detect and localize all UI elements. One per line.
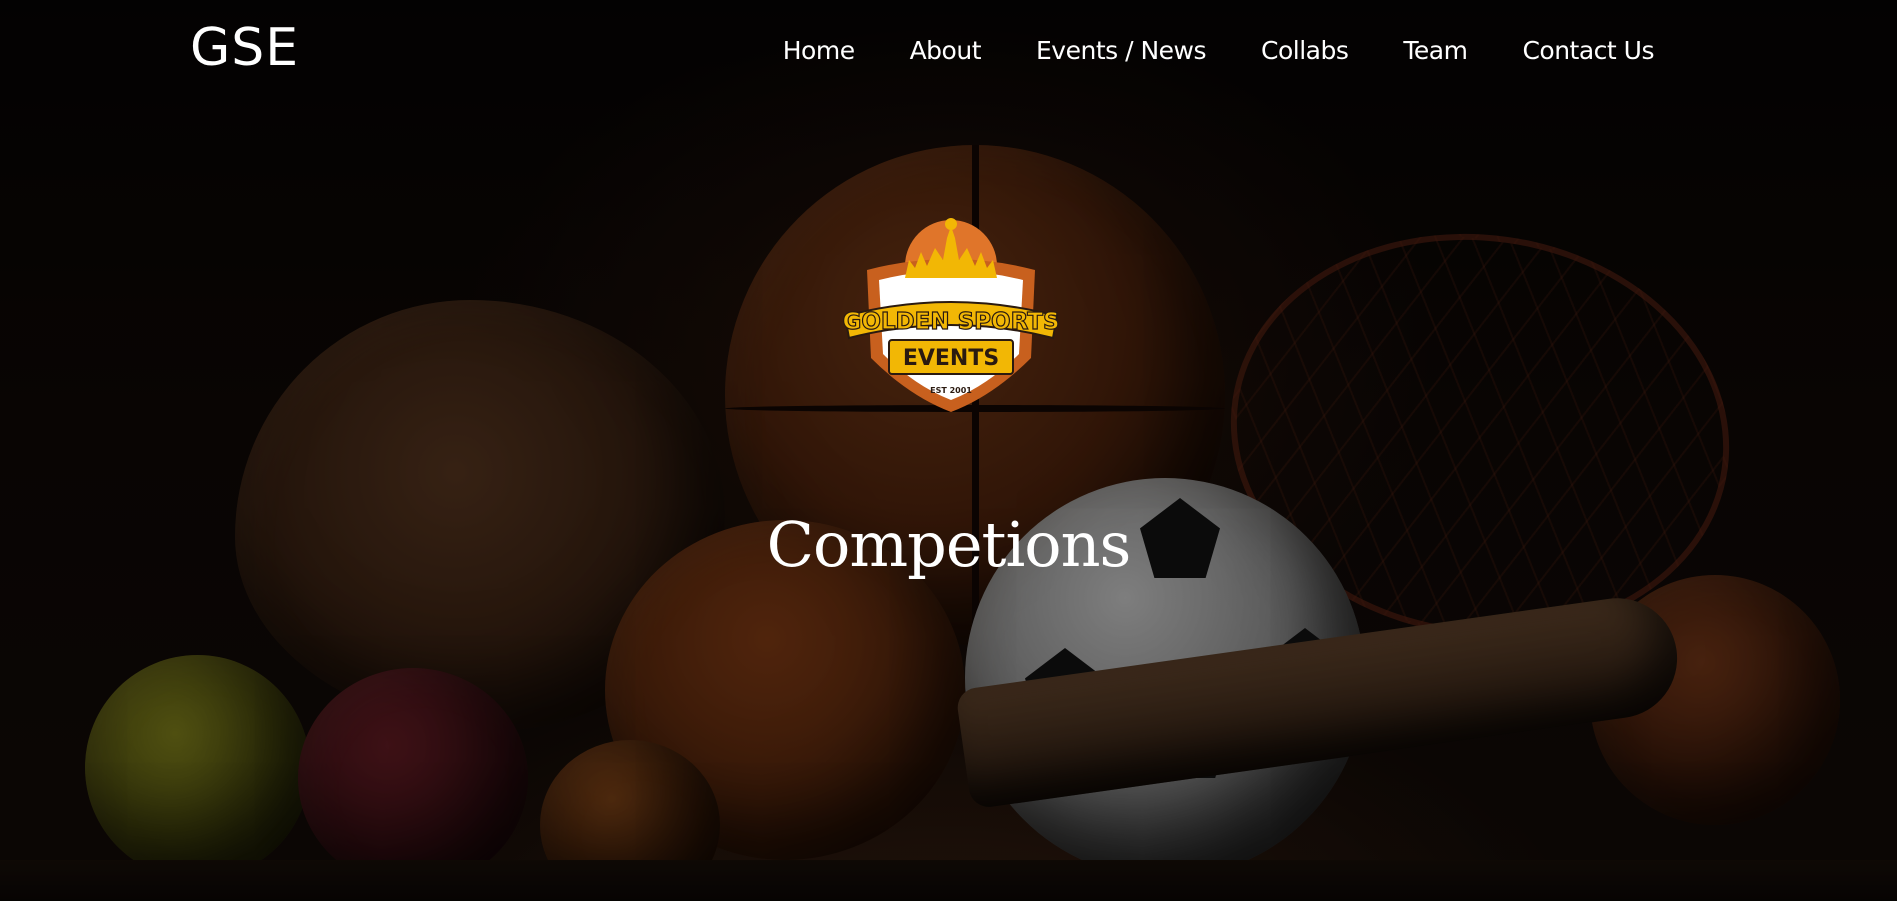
nav-item: Team <box>1403 36 1468 65</box>
nav-link-team[interactable]: Team <box>1403 36 1468 65</box>
hero-section: GSE Home About Events / News Collabs Tea… <box>0 0 1897 901</box>
logo-line2: EVENTS <box>903 346 999 371</box>
shield-badge-icon: GOLDEN SPORTS EVENTS EST 2001 <box>842 218 1060 412</box>
brand-logo-text[interactable]: GSE <box>190 18 299 78</box>
nav-link-home[interactable]: Home <box>783 36 855 65</box>
logo-line1: GOLDEN SPORTS <box>843 309 1059 335</box>
nav-links: Home About Events / News Collabs Team Co… <box>728 36 1655 65</box>
nav-item: Collabs <box>1261 36 1349 65</box>
dark-overlay <box>0 0 1897 901</box>
nav-item: Contact Us <box>1522 36 1654 65</box>
nav-link-events-news[interactable]: Events / News <box>1036 36 1207 65</box>
logo-established: EST 2001 <box>930 386 972 395</box>
trophy-cup-icon <box>945 218 957 230</box>
nav-link-contact-us[interactable]: Contact Us <box>1522 36 1654 65</box>
nav-item: Events / News <box>1036 36 1207 65</box>
hero-title: Competions <box>766 508 1132 581</box>
nav-link-collabs[interactable]: Collabs <box>1261 36 1349 65</box>
nav-item: About <box>910 36 982 65</box>
nav-link-about[interactable]: About <box>910 36 982 65</box>
nav-item: Home <box>783 36 855 65</box>
golden-sports-events-logo: GOLDEN SPORTS EVENTS EST 2001 <box>842 208 1060 414</box>
top-navbar: GSE Home About Events / News Collabs Tea… <box>0 0 1897 100</box>
